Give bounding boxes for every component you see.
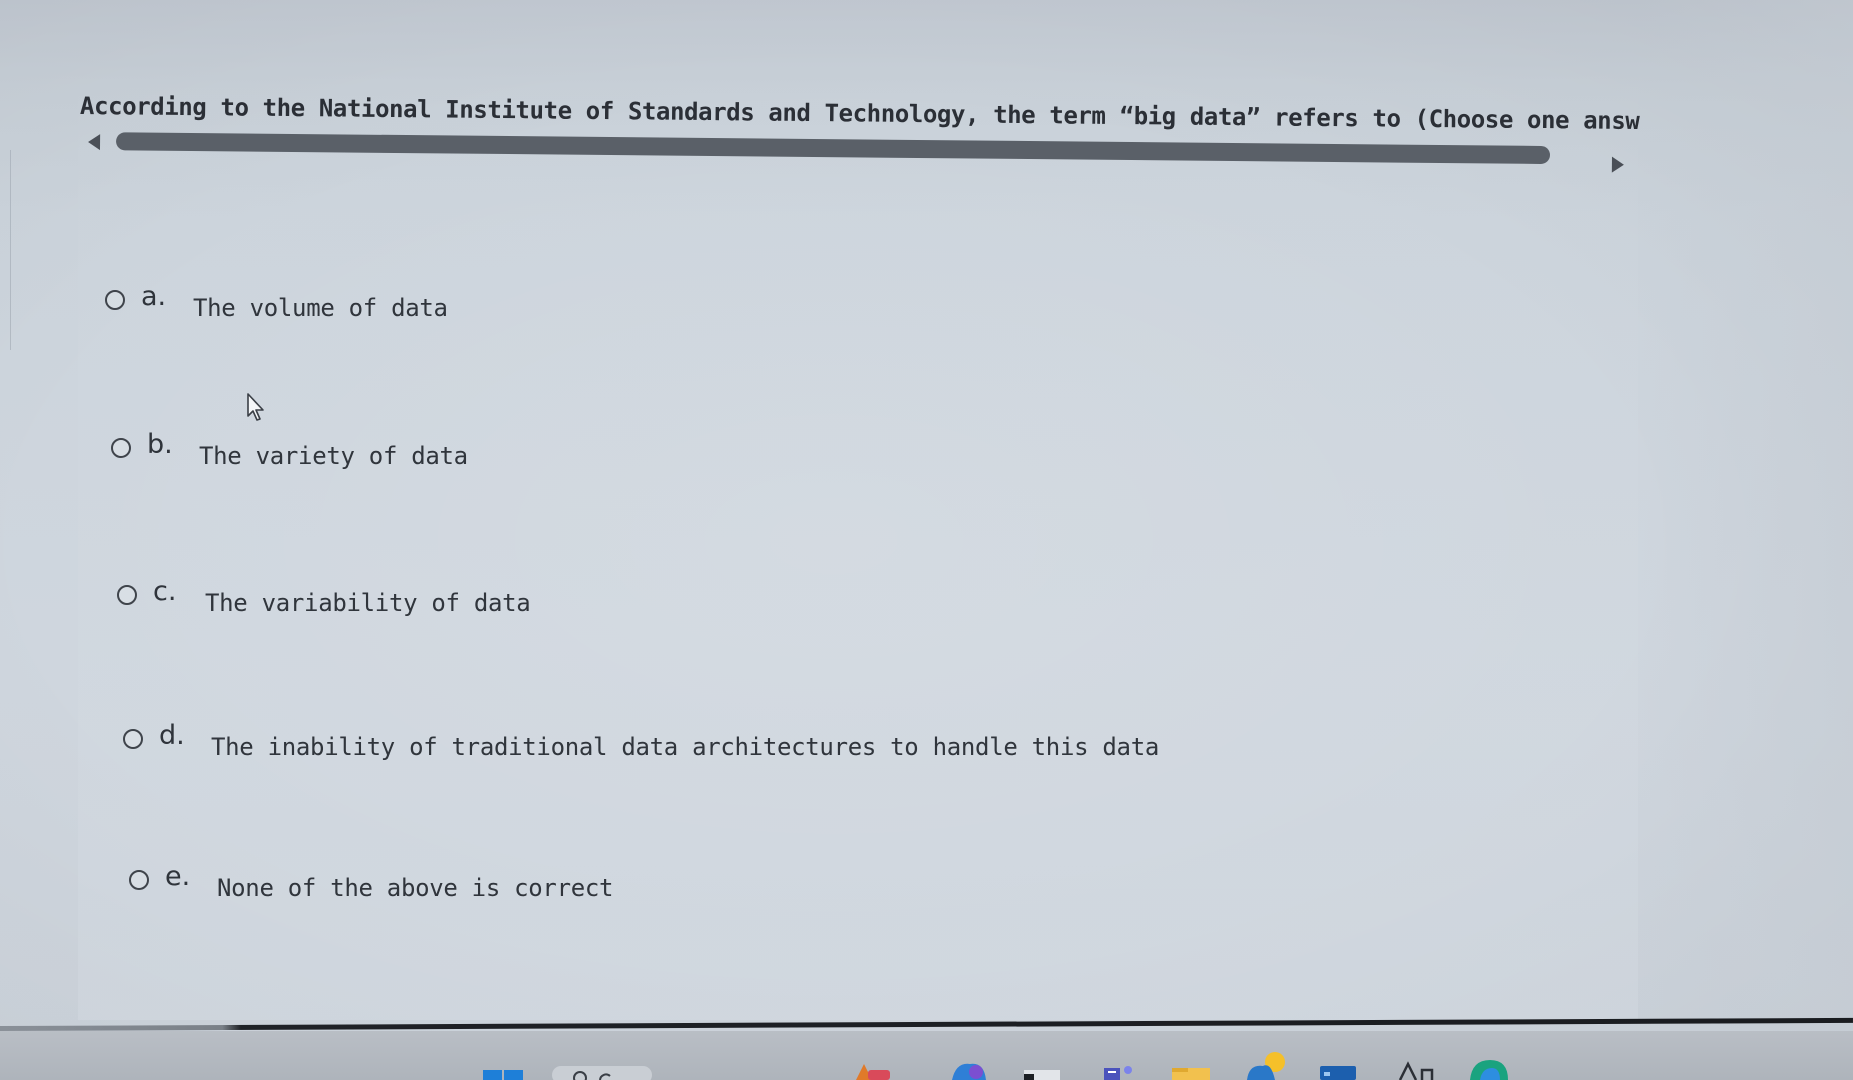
option-a-letter: a. <box>141 280 167 312</box>
edge-icon[interactable] <box>1468 1058 1510 1080</box>
radio-option-b[interactable] <box>111 438 131 458</box>
task-view-icon[interactable] <box>1022 1066 1062 1080</box>
radio-option-e[interactable] <box>129 870 149 890</box>
scroll-right-arrow-icon[interactable] <box>1611 156 1624 173</box>
option-d[interactable]: d. The inability of traditional data arc… <box>123 719 1159 761</box>
left-margin-border <box>0 150 11 350</box>
mouse-pointer-icon <box>247 393 264 421</box>
radio-option-d[interactable] <box>123 729 143 749</box>
scroll-left-arrow-icon[interactable] <box>87 134 101 151</box>
option-b[interactable]: b. The variety of data <box>111 428 468 470</box>
radio-option-a[interactable] <box>105 290 125 310</box>
taskbar <box>0 1031 1853 1080</box>
option-a-text: The volume of data <box>193 294 448 322</box>
option-c[interactable]: c. The variability of data <box>117 575 531 617</box>
windows-start-icon[interactable] <box>483 1068 523 1080</box>
option-b-letter: b. <box>147 428 173 460</box>
option-a[interactable]: a. The volume of data <box>105 280 448 322</box>
option-e[interactable]: e. None of the above is correct <box>129 860 614 902</box>
option-c-letter: c. <box>153 575 177 607</box>
store-icon[interactable] <box>1318 1062 1358 1080</box>
font-icon[interactable] <box>1396 1060 1438 1080</box>
app-icon[interactable] <box>852 1060 892 1080</box>
option-e-text: None of the above is correct <box>217 874 614 902</box>
teams-icon[interactable] <box>1102 1062 1138 1080</box>
weather-icon[interactable] <box>1245 1052 1291 1080</box>
copilot-icon[interactable] <box>950 1060 988 1080</box>
option-b-text: The variety of data <box>199 442 468 470</box>
right-margin <box>1640 0 1853 1030</box>
option-d-letter: d. <box>159 719 185 751</box>
option-c-text: The variability of data <box>205 589 531 617</box>
option-d-text: The inability of traditional data archit… <box>211 733 1159 761</box>
option-e-letter: e. <box>165 860 191 892</box>
file-explorer-icon[interactable] <box>1170 1066 1212 1080</box>
search-icon[interactable] <box>552 1064 652 1080</box>
radio-option-c[interactable] <box>117 585 137 605</box>
